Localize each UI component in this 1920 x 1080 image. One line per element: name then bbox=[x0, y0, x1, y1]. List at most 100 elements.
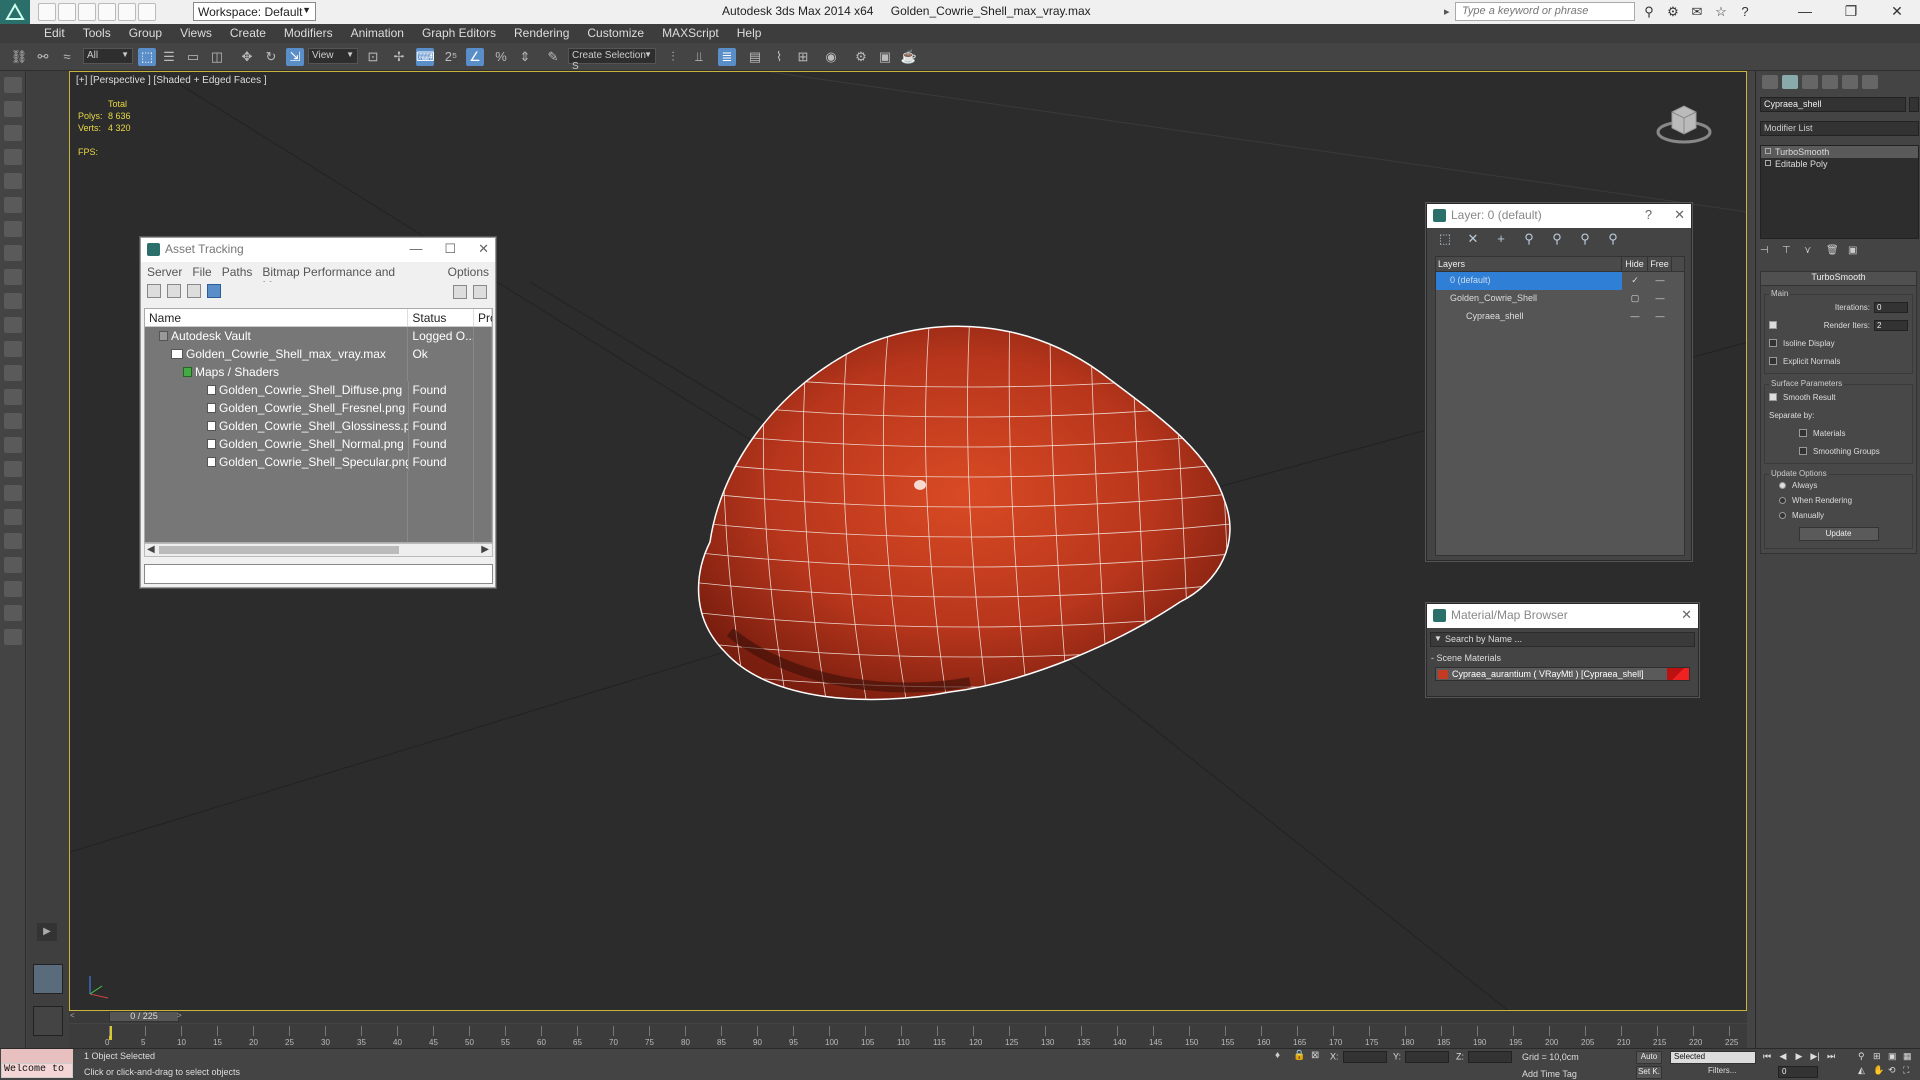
menu-tools[interactable]: Tools bbox=[83, 24, 120, 43]
auto-key-button[interactable]: Auto bbox=[1636, 1051, 1662, 1064]
table-row[interactable]: Maps / Shaders bbox=[145, 363, 492, 381]
show-end-result-icon[interactable]: ⊤ bbox=[1782, 245, 1794, 257]
always-radio[interactable] bbox=[1779, 482, 1786, 489]
asset-menu-file[interactable]: File bbox=[192, 265, 211, 279]
table-row[interactable]: Autodesk Vault Logged O... bbox=[145, 327, 492, 345]
settings-icon[interactable] bbox=[473, 285, 487, 299]
render-setup-icon[interactable]: ⚙ bbox=[852, 48, 870, 66]
binoculars-icon[interactable]: ⚲ bbox=[1640, 3, 1658, 20]
pan-icon[interactable]: ✋ bbox=[1873, 1065, 1884, 1076]
table-row[interactable]: Golden_Cowrie_Shell_Normal.png Found bbox=[145, 435, 492, 453]
help-search-input[interactable]: ▸ Type a keyword or phrase bbox=[1444, 2, 1635, 21]
tab-utilities[interactable] bbox=[1862, 75, 1878, 89]
column-pro[interactable]: Pro bbox=[474, 309, 492, 326]
tab-display[interactable] bbox=[1842, 75, 1858, 89]
table-row[interactable]: Golden_Cowrie_Shell_max_vray.max Ok bbox=[145, 345, 492, 363]
tool-icon[interactable] bbox=[4, 125, 22, 141]
isoline-checkbox[interactable] bbox=[1769, 339, 1777, 347]
spinner-snap-icon[interactable]: ⇕ bbox=[516, 48, 534, 66]
app-logo[interactable] bbox=[0, 0, 30, 24]
unlink-icon[interactable]: ⚯ bbox=[34, 48, 52, 66]
hide-toggle[interactable]: — bbox=[1622, 308, 1648, 326]
layer-manager-icon[interactable]: ≣ bbox=[718, 48, 736, 66]
tab-create[interactable] bbox=[1762, 75, 1778, 89]
absolute-mode-icon[interactable]: ⊠ bbox=[1311, 1051, 1321, 1061]
track-bar[interactable]: 0 5 10 15 20 25 30 35 40 45 50 55 60 65 70 75 80 85 90 95 10… bbox=[69, 1024, 1747, 1048]
close-icon[interactable]: ✕ bbox=[1674, 207, 1685, 223]
materials-checkbox[interactable] bbox=[1799, 429, 1807, 437]
asset-menu-options[interactable]: Options bbox=[448, 265, 489, 279]
schematic-view-icon[interactable]: ⊞ bbox=[794, 48, 812, 66]
menu-modifiers[interactable]: Modifiers bbox=[284, 24, 342, 43]
save-file-icon[interactable] bbox=[78, 3, 96, 21]
selection-filter-dropdown[interactable]: All ▼ bbox=[83, 48, 133, 64]
smooth-result-checkbox[interactable] bbox=[1769, 393, 1777, 401]
orbit-icon[interactable]: ⟲ bbox=[1888, 1065, 1899, 1076]
window-crossing-icon[interactable]: ◫ bbox=[208, 48, 226, 66]
tab-hierarchy[interactable] bbox=[1802, 75, 1818, 89]
open-file-icon[interactable] bbox=[58, 3, 76, 21]
add-to-layer-icon[interactable]: + bbox=[1493, 232, 1509, 246]
highlight-layer-icon[interactable]: ⚲ bbox=[1549, 232, 1565, 246]
freeze-toggle[interactable]: — bbox=[1648, 308, 1672, 326]
minimize-icon[interactable]: — bbox=[409, 241, 422, 257]
tool-icon[interactable] bbox=[4, 245, 22, 261]
project-folder-icon[interactable] bbox=[138, 3, 156, 21]
angle-snap-icon[interactable]: ∠ bbox=[466, 48, 484, 66]
key-filters-button[interactable]: Filters... bbox=[1708, 1066, 1736, 1075]
tool-icon[interactable] bbox=[4, 605, 22, 621]
checkmark-icon[interactable]: ✓ bbox=[1622, 272, 1648, 290]
lock-icon[interactable]: 🔒 bbox=[1293, 1051, 1305, 1061]
grid-view-icon[interactable] bbox=[207, 284, 221, 298]
layer-manager-titlebar[interactable]: Layer: 0 (default) ? ✕ bbox=[1427, 204, 1691, 228]
menu-help[interactable]: Help bbox=[737, 24, 771, 43]
column-hide[interactable]: Hide bbox=[1622, 257, 1648, 271]
tab-modify[interactable] bbox=[1782, 75, 1798, 89]
asset-tracking-titlebar[interactable]: Asset Tracking — ☐ ✕ bbox=[141, 238, 495, 262]
time-slider-knob[interactable]: 0 / 225 bbox=[109, 1011, 179, 1022]
undo-icon[interactable] bbox=[98, 3, 116, 21]
create-layer-icon[interactable]: ⬚ bbox=[1437, 232, 1453, 246]
object-color-swatch[interactable] bbox=[1909, 97, 1919, 112]
asset-menu-server[interactable]: Server bbox=[147, 265, 182, 279]
tool-icon[interactable] bbox=[4, 101, 22, 117]
bind-space-warp-icon[interactable]: ≈ bbox=[58, 48, 76, 66]
stack-item-editable-poly[interactable]: Editable Poly bbox=[1761, 158, 1918, 170]
update-button[interactable]: Update bbox=[1798, 527, 1879, 541]
fov-icon[interactable]: ◭ bbox=[1858, 1065, 1869, 1076]
scroll-left-icon[interactable]: ◀ bbox=[147, 544, 155, 555]
go-to-end-icon[interactable]: ⏭ bbox=[1826, 1051, 1836, 1062]
curve-editor-icon[interactable]: ⌇ bbox=[770, 48, 788, 66]
when-rendering-radio[interactable] bbox=[1779, 497, 1786, 504]
close-icon[interactable]: ✕ bbox=[1681, 607, 1692, 623]
menu-animation[interactable]: Animation bbox=[351, 24, 413, 43]
modifier-list-dropdown[interactable]: Modifier List bbox=[1760, 121, 1919, 136]
scene-materials-header[interactable]: - Scene Materials bbox=[1431, 653, 1694, 665]
viewport-label[interactable]: [+] [Perspective ] [Shaded + Edged Faces… bbox=[76, 75, 267, 86]
select-manipulate-icon[interactable]: ✢ bbox=[390, 48, 408, 66]
render-production-icon[interactable]: ☕ bbox=[900, 48, 918, 66]
isolate-icon[interactable]: ♦ bbox=[1275, 1051, 1285, 1061]
freeze-toggle[interactable]: — bbox=[1648, 272, 1672, 290]
menu-views[interactable]: Views bbox=[180, 24, 221, 43]
tool-icon[interactable] bbox=[4, 461, 22, 477]
tool-icon[interactable] bbox=[4, 293, 22, 309]
chevron-down-icon[interactable]: ▼ bbox=[1434, 634, 1442, 643]
align-icon[interactable]: ⫫ bbox=[690, 48, 708, 66]
workspace-dropdown[interactable]: Workspace: Default ▼ bbox=[193, 2, 316, 21]
time-slider[interactable]: < 0 / 225 > bbox=[69, 1011, 1747, 1023]
tool-icon[interactable] bbox=[4, 485, 22, 501]
y-coordinate-field[interactable] bbox=[1405, 1051, 1450, 1063]
graphite-modeling-icon[interactable]: ▤ bbox=[746, 48, 764, 66]
menu-edit[interactable]: Edit bbox=[44, 24, 74, 43]
x-coordinate-field[interactable] bbox=[1342, 1051, 1387, 1063]
previous-frame-icon[interactable]: ◀ bbox=[1778, 1051, 1788, 1062]
asset-menu-bitmap[interactable]: Bitmap Performance and Memory bbox=[262, 265, 437, 293]
remove-modifier-icon[interactable]: 🗑 bbox=[1826, 245, 1839, 257]
play-icon[interactable]: ▶ bbox=[1794, 1051, 1804, 1062]
layer-row[interactable]: 0 (default) ✓ — bbox=[1436, 272, 1684, 290]
material-search-input[interactable]: ▼ Search by Name ... bbox=[1430, 632, 1695, 647]
render-iters-spinner[interactable]: 2 bbox=[1874, 319, 1908, 331]
maximize-icon[interactable]: ❐ bbox=[1828, 0, 1874, 24]
communication-icon[interactable]: ✉ bbox=[1688, 3, 1706, 20]
